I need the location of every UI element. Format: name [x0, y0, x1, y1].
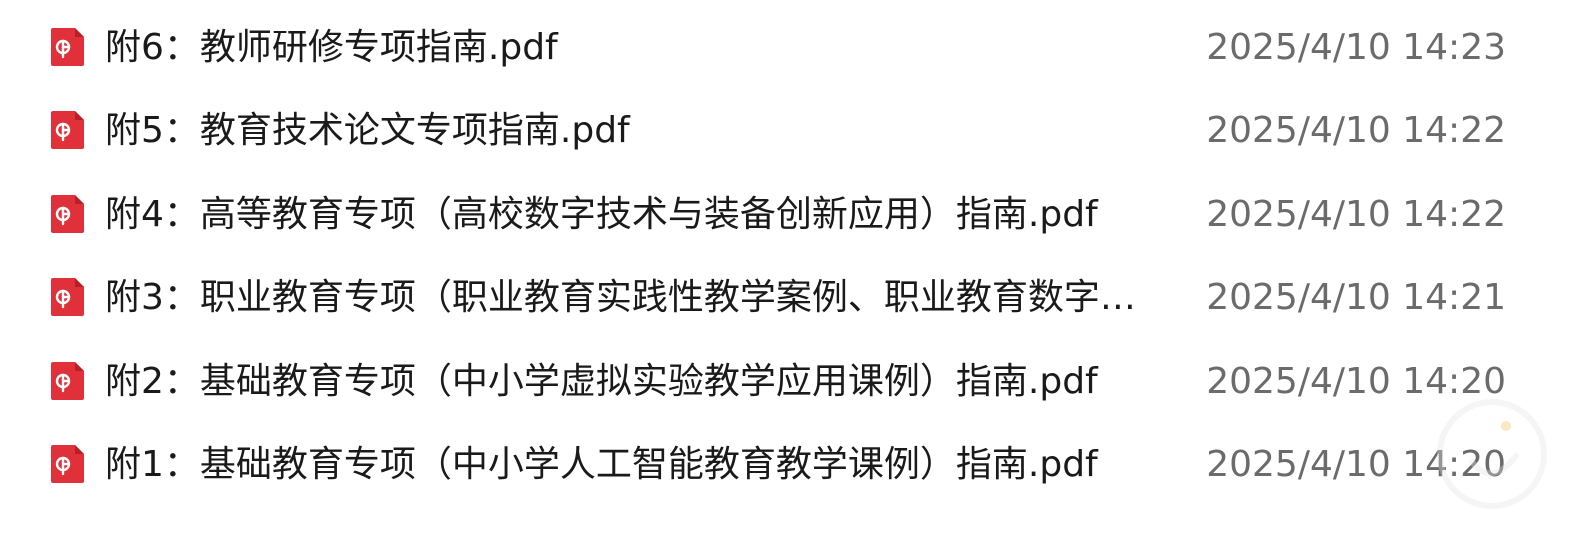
file-row[interactable]: 附1：基础教育专项（中小学人工智能教育教学课例）指南.pdf 2025/4/10… [0, 423, 1576, 506]
file-name: 附4：高等教育专项（高校数字技术与装备创新应用）指南.pdf [105, 193, 1098, 235]
pdf-icon [50, 277, 86, 317]
file-modified-date: 2025/4/10 14:21 [1206, 277, 1506, 319]
file-name: 附6：教师研修专项指南.pdf [105, 27, 558, 68]
file-name: 附2：基础教育专项（中小学虚拟实验教学应用课例）指南.pdf [105, 360, 1098, 402]
pdf-icon [50, 444, 86, 484]
file-name: 附1：基础教育专项（中小学人工智能教育教学课例）指南.pdf [105, 443, 1098, 485]
pdf-icon [50, 27, 86, 67]
file-modified-date: 2025/4/10 14:22 [1206, 193, 1506, 235]
pdf-icon [50, 194, 86, 234]
file-list: 附6：教师研修专项指南.pdf 2025/4/10 14:23 附5：教育技术论… [0, 6, 1576, 506]
watermark-logo [1432, 392, 1552, 522]
file-row[interactable]: 附2：基础教育专项（中小学虚拟实验教学应用课例）指南.pdf 2025/4/10… [0, 340, 1576, 423]
pdf-icon [50, 110, 86, 150]
pdf-icon [50, 361, 86, 401]
file-row[interactable]: 附5：教育技术论文专项指南.pdf 2025/4/10 14:22 [0, 89, 1576, 172]
file-name: 附3：职业教育专项（职业教育实践性教学案例、职业教育数字教... [105, 277, 1165, 319]
file-name: 附5：教育技术论文专项指南.pdf [105, 110, 630, 152]
file-row[interactable]: 附4：高等教育专项（高校数字技术与装备创新应用）指南.pdf 2025/4/10… [0, 173, 1576, 256]
file-modified-date: 2025/4/10 14:22 [1206, 110, 1506, 152]
file-row[interactable]: 附6：教师研修专项指南.pdf 2025/4/10 14:23 [0, 6, 1576, 89]
file-row[interactable]: 附3：职业教育专项（职业教育实践性教学案例、职业教育数字教... 2025/4/… [0, 256, 1576, 339]
file-modified-date: 2025/4/10 14:23 [1206, 27, 1506, 68]
